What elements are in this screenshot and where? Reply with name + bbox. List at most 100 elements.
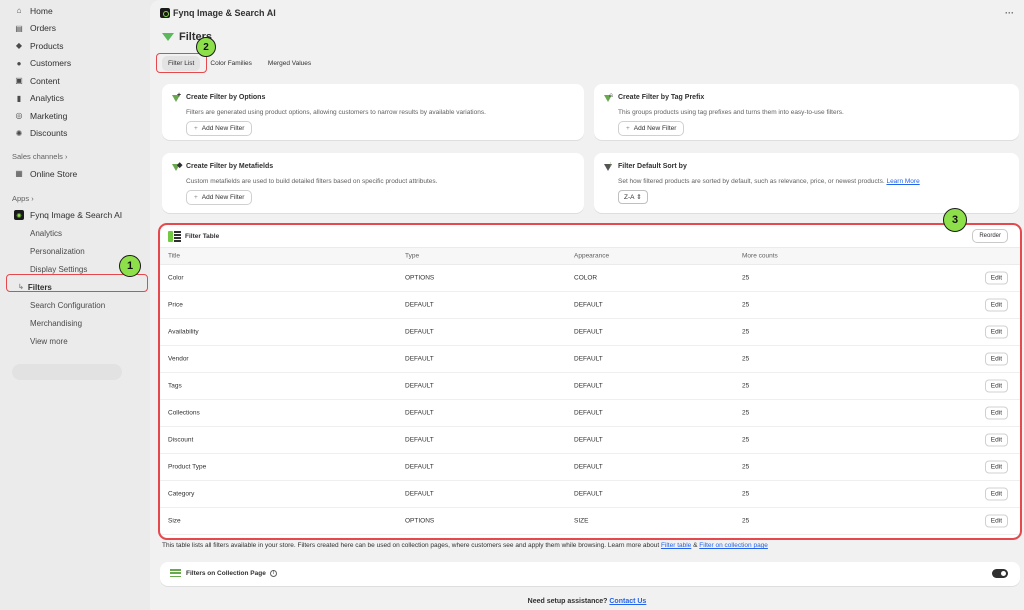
card-filter-by-options: + Create Filter by Options Filters are ge… [162,84,584,140]
reorder-button[interactable]: Reorder [972,229,1008,243]
edit-button[interactable]: Edit [984,406,1008,420]
cell-appearance: COLOR [574,274,598,282]
store-icon: ▦ [15,169,23,179]
cell-title: Size [168,517,181,525]
table-row: Category DEFAULT DEFAULT 25 Edit [160,481,1020,508]
table-row: Product Type DEFAULT DEFAULT 25 Edit [160,454,1020,481]
cell-more: 25 [742,517,750,525]
sort-select[interactable]: Z-A ⇕ [618,190,648,204]
nav-marketing[interactable]: ◎ Marketing [8,107,150,125]
cell-title: Tags [168,382,182,390]
filter-collection-link[interactable]: Filter on collection page [699,542,768,549]
cell-title: Vendor [168,355,189,363]
edit-button[interactable]: Edit [984,514,1008,528]
tab-merged-values[interactable]: Merged Values [262,56,317,71]
edit-button[interactable]: Edit [984,325,1008,339]
cell-title: Category [168,490,195,498]
sub-analytics[interactable]: Analytics [8,224,150,242]
content-icon: ▣ [15,76,23,86]
table-row: Vendor DEFAULT DEFAULT 25 Edit [160,346,1020,373]
funnel-icon [162,33,174,41]
table-row: Availability DEFAULT DEFAULT 25 Edit [160,319,1020,346]
step-badge-1: 1 [119,255,141,277]
add-filter-options-button[interactable]: + Add New Filter [186,121,253,136]
nav-home[interactable]: ⌂ Home [8,2,150,20]
nav-products[interactable]: ◆ Products [8,37,150,55]
cell-appearance: DEFAULT [574,382,603,390]
plus-icon: + [194,125,198,132]
edit-button[interactable]: Edit [984,433,1008,447]
cell-appearance: DEFAULT [574,409,603,417]
bar-chart-icon: ▮ [16,93,22,103]
cell-more: 25 [742,463,750,471]
edit-button[interactable]: Edit [984,460,1008,474]
cell-appearance: DEFAULT [574,328,603,336]
cell-appearance: DEFAULT [574,301,603,309]
learn-more-link[interactable]: Learn More [886,178,919,185]
cell-appearance: DEFAULT [574,490,603,498]
blurred-element [12,364,122,380]
cell-appearance: DEFAULT [574,355,603,363]
chevron-right-icon: › [31,193,34,203]
filter-table-header: Filter Table [168,231,219,242]
nav-customers[interactable]: ● Customers [8,55,150,73]
app-bar: Fynq Image & Search AI ··· [150,0,1024,26]
nav-online-store[interactable]: ▦ Online Store [8,165,150,183]
cell-type: DEFAULT [405,490,434,498]
tab-color-families[interactable]: Color Families [204,56,258,71]
apps-label[interactable]: Apps › [8,190,150,207]
nav-analytics[interactable]: ▮ Analytics [8,90,150,108]
table-row: Price DEFAULT DEFAULT 25 Edit [160,292,1020,319]
edit-button[interactable]: Edit [984,298,1008,312]
collection-filters-toggle[interactable] [992,569,1008,578]
card-default-sort: ↓ Filter Default Sort by Set how filtered… [594,153,1019,213]
setup-assistance: Need setup assistance? Contact Us [527,598,647,605]
cell-type: DEFAULT [405,463,434,471]
edit-button[interactable]: Edit [984,352,1008,366]
sub-search-configuration[interactable]: Search Configuration [8,296,150,314]
table-footnote: This table lists all filters available i… [162,542,768,549]
filter-table-link[interactable]: Filter table [661,542,691,549]
cell-type: DEFAULT [405,355,434,363]
cell-title: Color [168,274,184,282]
table-column-headers: Title Type Appearance More counts [160,247,1020,265]
nav-content[interactable]: ▣ Content [8,72,150,90]
cell-type: DEFAULT [405,328,434,336]
sub-merchandising[interactable]: Merchandising [8,314,150,332]
cell-appearance: SIZE [574,517,589,525]
sidebar: ⌂ Home ▤ Orders ◆ Products ● Customers ▣ Cont… [0,0,150,610]
add-filter-tag-button[interactable]: + Add New Filter [618,121,685,136]
sub-view-more[interactable]: View more [8,332,150,350]
nav-app[interactable]: ◉ Fynq Image & Search AI [8,207,150,225]
nav-orders[interactable]: ▤ Orders [8,20,150,38]
person-icon: ● [16,58,22,68]
table-row: Collections DEFAULT DEFAULT 25 Edit [160,400,1020,427]
sales-channels-label[interactable]: Sales channels › [8,148,150,165]
step-badge-3: 3 [943,208,967,232]
filter-tag-icon: ⌂ [604,92,614,103]
cell-type: DEFAULT [405,382,434,390]
cell-more: 25 [742,436,750,444]
cell-title: Collections [168,409,200,417]
cell-more: 25 [742,409,750,417]
add-filter-metafields-button[interactable]: + Add New Filter [186,190,253,205]
edit-button[interactable]: Edit [984,271,1008,285]
card-filter-by-metafields: ◆ Create Filter by Metafields Custom meta… [162,153,584,213]
edit-button[interactable]: Edit [984,487,1008,501]
select-arrows-icon: ⇕ [636,194,642,201]
cell-appearance: DEFAULT [574,436,603,444]
cell-title: Availability [168,328,199,336]
cell-title: Price [168,301,183,309]
nav-discounts[interactable]: ✺ Discounts [8,125,150,143]
cell-more: 25 [742,301,750,309]
app-logo-icon [160,8,170,18]
filter-table-card: Filter Table Reorder Title Type Appearan… [158,223,1022,540]
cell-appearance: DEFAULT [574,463,603,471]
info-icon[interactable]: i [269,569,277,577]
edit-button[interactable]: Edit [984,379,1008,393]
home-icon: ⌂ [16,6,22,16]
cell-more: 25 [742,382,750,390]
more-icon[interactable]: ··· [1005,8,1014,18]
contact-us-link[interactable]: Contact Us [609,598,646,605]
table-icon [168,231,181,242]
